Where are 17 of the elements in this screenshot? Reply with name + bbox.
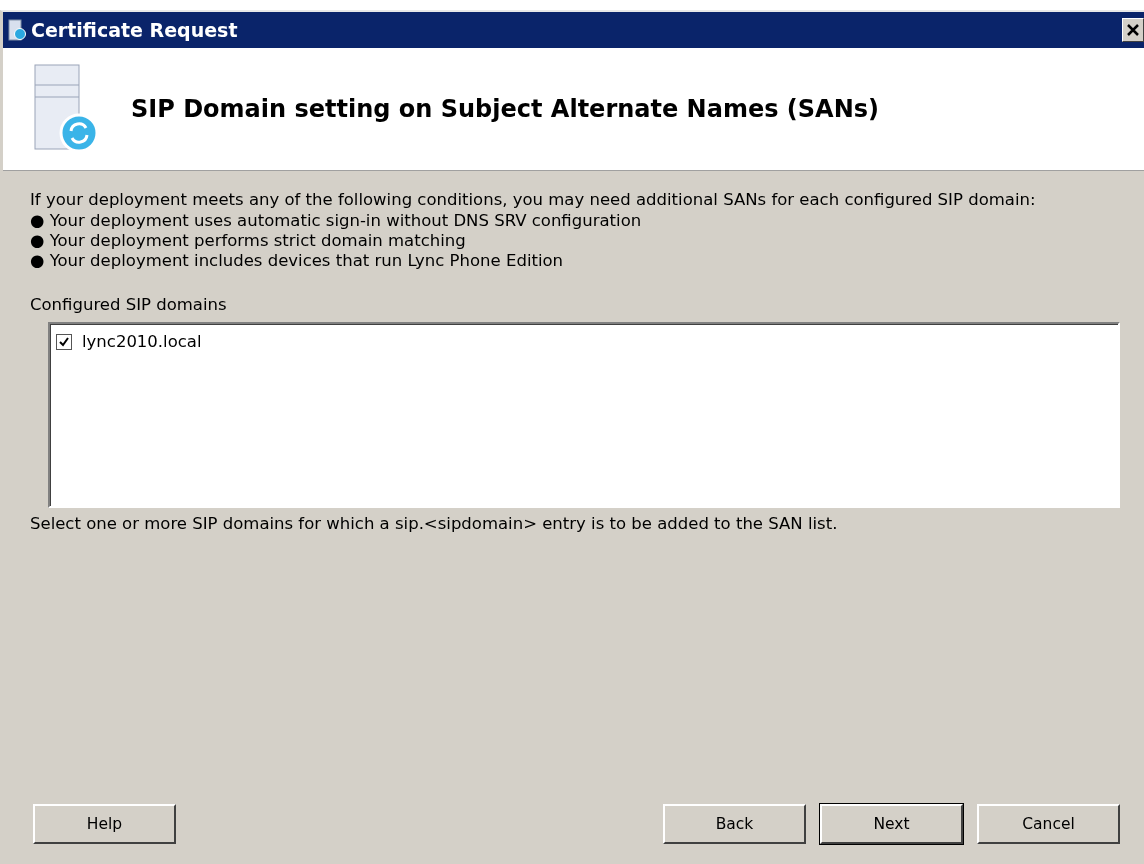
list-label: Configured SIP domains — [30, 295, 228, 314]
intro-text: If your deployment meets any of the following conditions, you may need additional SANs for each configured SIP domain: — [30, 189, 1037, 211]
condition-text: ● Your deployment performs strict domain matching — [30, 231, 467, 251]
page-heading: SIP Domain setting on Subject Alternate Names (SANs) — [131, 95, 879, 123]
domain-label[interactable]: lync2010.local — [82, 332, 202, 351]
hint-text: Select one or more SIP domains for which a sip.<sipdomain> entry is to be added to the SAN list. — [30, 514, 839, 533]
checkbox[interactable] — [56, 333, 72, 350]
close-button[interactable] — [1122, 18, 1144, 42]
nav-button[interactable]: Next — [820, 804, 963, 844]
nav-button[interactable]: Cancel — [977, 804, 1120, 844]
app-icon — [7, 19, 27, 41]
condition-text: ● Your deployment includes devices that run Lync Phone Edition — [30, 251, 565, 271]
close-icon — [1126, 23, 1140, 37]
help-button[interactable]: Help — [33, 804, 176, 844]
window-title: Certificate Request — [31, 19, 239, 41]
condition-text: ● Your deployment uses automatic sign-in without DNS SRV configuration — [30, 211, 643, 231]
nav-button[interactable]: Back — [663, 804, 806, 844]
